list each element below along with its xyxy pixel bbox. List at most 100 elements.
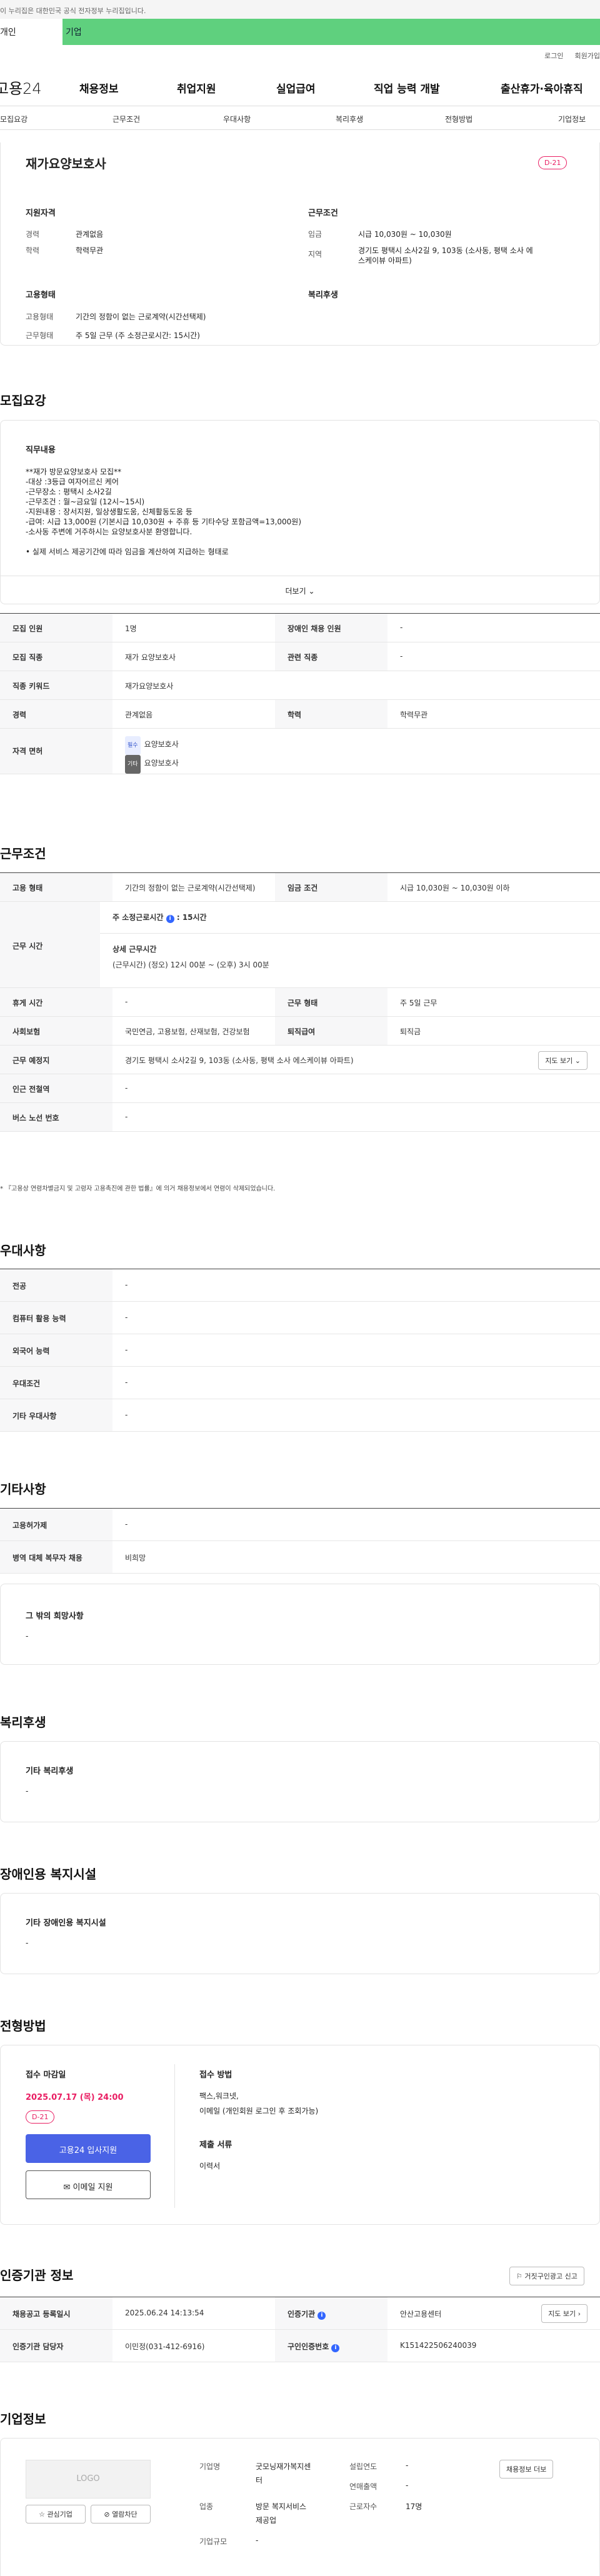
welfare-heading: 복리후생	[0, 1715, 46, 1730]
employee-count-label: 근로자수	[349, 2502, 378, 2511]
welfare-card-value: -	[26, 1787, 29, 1795]
region-label: 지역	[308, 250, 322, 259]
duty-line	[26, 537, 301, 547]
anchor-preferences[interactable]: 우대사항	[223, 114, 251, 124]
process-card: 접수 마감일 2025.07.17 (목) 24:00 D-21 고용24 입사…	[0, 2045, 600, 2225]
cell-value: -	[125, 1378, 128, 1387]
table-row: 전공 -	[0, 1269, 600, 1302]
anchor-conditions[interactable]: 근무조건	[112, 114, 140, 124]
duty-title: 직무내용	[26, 446, 56, 455]
nav-job-training[interactable]: 직업 능력 개발	[374, 80, 440, 96]
conditions-table: 고용 형태 기간의 정함이 없는 근로계약(시간선택제) 임금 조건 시급 10…	[0, 872, 600, 1132]
license-cell: 필수 요양보호사 기타 요양보호사	[112, 729, 600, 774]
hours-value: 15시간	[182, 913, 207, 922]
info-icon[interactable]: i	[331, 2344, 340, 2352]
table-row: 기타 우대사항 -	[0, 1399, 600, 1432]
edu-value: 학력무관	[76, 246, 104, 255]
table-row: 고용허가제 -	[0, 1509, 600, 1541]
apply-button[interactable]: 고용24 입사지원	[26, 2134, 151, 2163]
work-label: 근무형태	[26, 331, 54, 340]
other-wish-value: -	[26, 1632, 29, 1640]
gov-banner-text: 이 누리집은 대한민국 공식 전자정부 누리집입니다.	[0, 7, 146, 15]
info-icon[interactable]: i	[166, 915, 174, 923]
other-wish-title: 그 밖의 희망사항	[26, 1612, 84, 1621]
cell-value: 학력무관	[400, 711, 428, 719]
favorite-company-button[interactable]: ☆ 관심기업	[26, 2505, 86, 2524]
cell-key: 인증기관 i	[275, 2297, 388, 2329]
info-icon[interactable]: i	[318, 2312, 326, 2320]
cell-key: 구인인증번호 i	[275, 2330, 388, 2362]
license-value: 요양보호사	[144, 740, 179, 749]
anchor-recruit[interactable]: 모집요강	[0, 114, 28, 124]
anchor-welfare[interactable]: 복리후생	[336, 114, 363, 124]
industry-value: 방문 복지서비스	[256, 2502, 307, 2511]
table-row: 휴게 시간 - 근무 형태 주 5일 근무	[0, 988, 600, 1017]
nav-jobs[interactable]: 채용정보	[79, 80, 119, 96]
email-apply-label: 이메일 지원	[72, 2183, 113, 2192]
table-row: 컴퓨터 활용 능력 -	[0, 1302, 600, 1334]
cell-key: 고용 형태	[0, 873, 112, 901]
welfare-card: 기타 복리후생 -	[0, 1741, 600, 1822]
method-title: 접수 방법	[199, 2070, 232, 2080]
etc-table: 고용허가제 - 병역 대체 복무자 채용 비희망	[0, 1508, 600, 1574]
cell-value: -	[125, 1410, 128, 1419]
cell-value: -	[125, 1084, 128, 1092]
cell-value: -	[125, 1345, 128, 1354]
anchor-company[interactable]: 기업정보	[558, 114, 586, 124]
company-size-label: 기업규모	[199, 2537, 228, 2546]
cert-map-button[interactable]: 지도 보기 ›	[541, 2304, 588, 2323]
cell-value: K151422506240039	[400, 2341, 477, 2350]
cell-value: -	[400, 623, 403, 632]
cell-key: 인증기관 담당자	[0, 2330, 112, 2362]
duty-text: **재가 방문요양보호사 모집** -대상 :3등급 여자어르신 케어 -근무장소 …	[26, 467, 301, 557]
company-jobs-button[interactable]: 채용정보 더보	[499, 2460, 554, 2479]
report-icon: ⚐	[516, 2272, 522, 2280]
cert-no-label: 구인인증번호	[288, 2342, 329, 2351]
login-link[interactable]: 로그인	[544, 51, 563, 61]
tab-personal[interactable]: 개인	[0, 19, 62, 45]
nav-parental-leave[interactable]: 출산휴가·육아휴직	[501, 80, 583, 96]
report-button[interactable]: ⚐ 거짓구인광고 신고	[509, 2267, 584, 2285]
mail-icon: ✉	[63, 2183, 71, 2192]
duty-line: -대상 :3등급 여자어르신 케어	[26, 477, 119, 486]
cell-value: 시급 10,030원 ~ 10,030원 이하	[400, 884, 510, 892]
tab-business[interactable]: 기업	[62, 19, 600, 45]
block-icon: ⊘	[104, 2510, 110, 2519]
email-apply-button[interactable]: ✉ 이메일 지원	[26, 2170, 151, 2199]
docs-value: 이력서	[199, 2162, 221, 2170]
cell-value: -	[125, 1520, 128, 1529]
main-nav: 고용24 채용정보 취업지원 실업급여 직업 능력 개발 출산휴가·육아휴직	[0, 66, 600, 106]
more-button[interactable]: 더보기 ⌄	[1, 576, 599, 604]
cell-key: 근무 예정지	[0, 1046, 112, 1074]
table-row: 경력 관계없음 학력 학력무관	[0, 700, 600, 729]
recruit-table: 모집 인원 1명 장애인 채용 인원 - 모집 직종 재가 요양보호사 관련 직…	[0, 613, 600, 774]
cond-title: 근무조건	[308, 209, 338, 218]
duty-line: -급여: 시급 13,000원 (기본시급 10,030원 + 주휴 등 기타수…	[26, 517, 302, 526]
career-label: 경력	[26, 230, 40, 239]
cell-key: 채용공고 등록일시	[0, 2297, 112, 2329]
divider	[174, 2064, 175, 2208]
deadline-value: 2025.07.17 (목) 24:00	[26, 2093, 124, 2102]
cell-value: 1명	[125, 624, 137, 633]
cell-key: 관련 직종	[275, 642, 388, 671]
conditions-heading: 근무조건	[0, 846, 46, 861]
cell-value: 기간의 정함이 없는 근로계약(시간선택제)	[125, 884, 256, 892]
cell-value: 재가요양보호사	[125, 682, 174, 691]
chevron-down-icon: ⌄	[308, 587, 315, 596]
site-logo[interactable]: 고용24	[0, 76, 73, 98]
map-button[interactable]: 지도 보기 ⌄	[538, 1051, 588, 1070]
nav-employment-support[interactable]: 취업지원	[177, 80, 216, 96]
table-row: 고용 형태 기간의 정함이 없는 근로계약(시간선택제) 임금 조건 시급 10…	[0, 873, 600, 902]
cell-key: 임금 조건	[275, 873, 388, 901]
nav-unemployment-benefit[interactable]: 실업급여	[276, 80, 316, 96]
anchor-process[interactable]: 전형방법	[445, 114, 472, 124]
cert-table: 채용공고 등록일시 2025.06.24 14:13:54 인증기관 i 안산고…	[0, 2297, 600, 2362]
table-row: 외국어 능력 -	[0, 1334, 600, 1367]
block-button[interactable]: ⊘ 열람차단	[91, 2505, 151, 2524]
signup-link[interactable]: 회원가입	[575, 51, 600, 61]
anchor-tabs: 모집요강 근무조건 우대사항 복리후생 전형방법 기업정보	[0, 106, 600, 130]
industry-label: 업종	[199, 2502, 214, 2511]
deadline-title: 접수 마감일	[26, 2070, 66, 2080]
cell-value: -	[125, 1112, 128, 1121]
chevron-right-icon: ›	[578, 2310, 581, 2318]
